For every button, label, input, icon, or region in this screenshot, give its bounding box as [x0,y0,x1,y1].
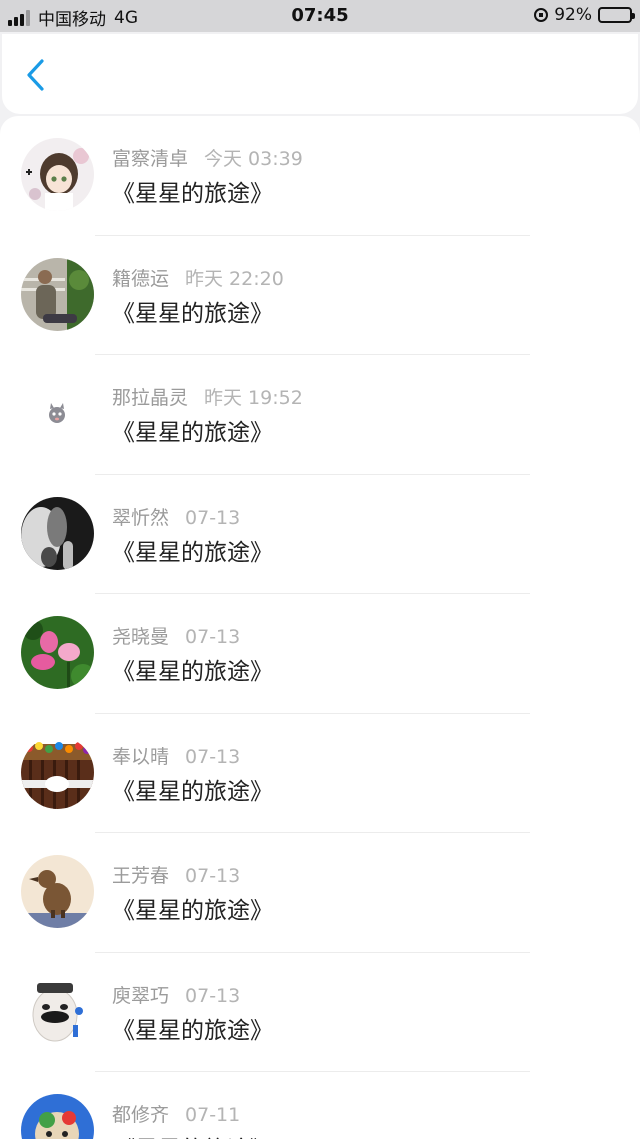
avatar[interactable] [21,855,94,928]
item-meta: 尧晓曼 07-13 [112,622,240,649]
avatar[interactable] [21,138,94,211]
list-item[interactable]: 都修齐 07-11 《星星的旅途》 [0,1072,640,1139]
list-item[interactable]: 籍德运 昨天 22:20 《星星的旅途》 [0,236,640,355]
avatar[interactable] [21,616,94,689]
item-meta: 王芳春 07-13 [112,861,240,888]
book-title: 《星星的旅途》 [112,539,273,566]
list-item[interactable]: 那拉晶灵 昨天 19:52 《星星的旅途》 [0,355,640,475]
book-title: 《星星的旅途》 [112,1017,273,1044]
avatar[interactable] [21,257,94,331]
battery-percent: 92% [554,5,592,25]
item-meta: 那拉晶灵 昨天 19:52 [112,383,303,410]
item-meta: 富察清卓 今天 03:39 [112,144,303,171]
user-name: 翠忻然 [112,506,170,529]
avatar[interactable] [21,1094,94,1139]
book-title: 《星星的旅途》 [112,420,273,446]
list-item[interactable]: 庾翠巧 07-13 《星星的旅途》 [0,953,640,1072]
book-title: 《星星的旅途》 [112,300,273,327]
list-item[interactable]: 翠忻然 07-13 《星星的旅途》 [0,475,640,594]
list-item[interactable]: 富察清卓 今天 03:39 《星星的旅途》 [0,116,640,236]
book-title: 《星星的旅途》 [112,1130,273,1139]
battery-icon [598,7,635,23]
list-item[interactable]: 尧晓曼 07-13 《星星的旅途》 [0,594,640,714]
timestamp: 昨天 19:52 [204,387,303,409]
user-name: 富察清卓 [112,148,189,170]
item-meta: 籍德运 昨天 22:20 [112,264,284,291]
user-name: 王芳春 [112,865,170,887]
timestamp: 07-13 [185,506,241,529]
nav-header [2,34,638,114]
user-name: 那拉晶灵 [112,387,189,409]
book-title: 《星星的旅途》 [112,659,273,685]
user-name: 籍德运 [112,267,170,290]
timestamp: 昨天 22:20 [185,267,284,290]
book-title: 《星星的旅途》 [112,181,273,207]
status-right: 92% [534,5,635,25]
timestamp: 07-13 [185,745,241,768]
item-meta: 都修齐 07-11 [112,1100,240,1127]
list-item[interactable]: 王芳春 07-13 《星星的旅途》 [0,833,640,953]
message-list: 富察清卓 今天 03:39 《星星的旅途》 籍德运 昨天 22:20 《星星的旅途》 [0,116,640,1139]
book-title: 《星星的旅途》 [112,898,273,924]
avatar[interactable] [21,496,94,570]
avatar[interactable] [21,377,94,450]
timestamp: 07-13 [185,865,241,887]
chevron-left-icon [27,59,44,91]
item-meta: 奉以晴 07-13 [112,742,240,769]
avatar[interactable] [21,735,94,809]
item-meta: 庾翠巧 07-13 [112,981,240,1008]
user-name: 都修齐 [112,1104,170,1126]
user-name: 庾翠巧 [112,984,170,1007]
user-name: 奉以晴 [112,745,170,768]
rotation-lock-icon [534,8,549,22]
list-item[interactable]: 奉以晴 07-13 《星星的旅途》 [0,714,640,833]
back-button[interactable] [22,58,52,92]
timestamp: 07-13 [185,626,241,648]
timestamp: 07-11 [185,1104,241,1126]
timestamp: 今天 03:39 [204,148,303,170]
item-meta: 翠忻然 07-13 [112,503,240,530]
status-bar: 中国移动 4G 07:45 92% [0,0,640,32]
avatar[interactable] [21,974,94,1048]
book-title: 《星星的旅途》 [112,778,273,805]
timestamp: 07-13 [185,984,241,1007]
user-name: 尧晓曼 [112,626,170,648]
